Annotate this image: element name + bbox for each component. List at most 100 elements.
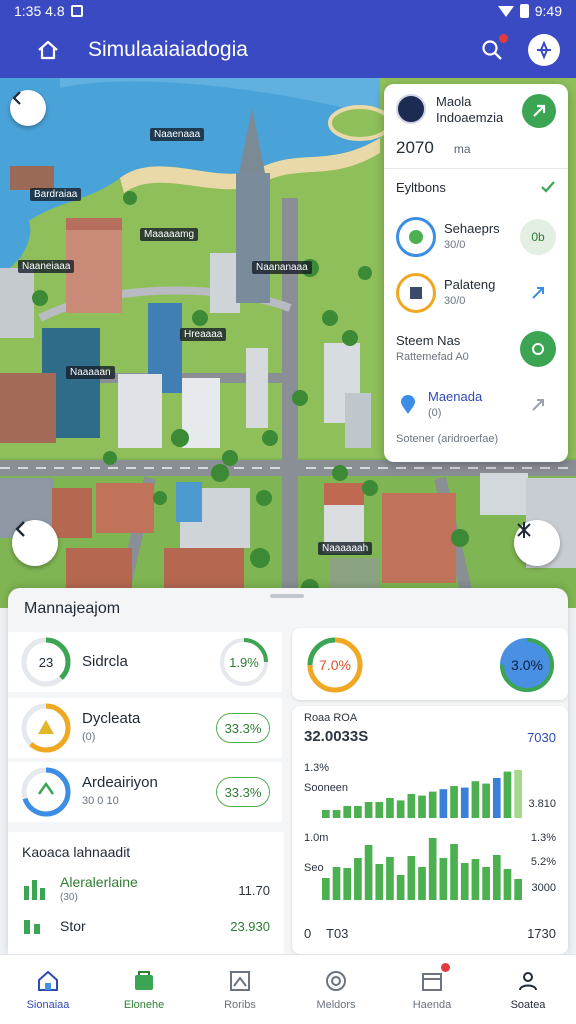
map-label[interactable]: Naaaaaah bbox=[318, 542, 373, 555]
chart-bar bbox=[450, 844, 458, 900]
chart-bar bbox=[514, 770, 522, 818]
panel-item-population[interactable]: Sehaeprs 30/0 0b bbox=[384, 209, 568, 265]
map-label[interactable]: Maaaaamg bbox=[140, 228, 199, 241]
management-row[interactable]: Stor 23.930 bbox=[8, 916, 284, 936]
chart-bar bbox=[322, 878, 330, 900]
sheet-handle[interactable] bbox=[270, 594, 304, 598]
chart-bar bbox=[471, 859, 480, 900]
chart-icon bbox=[24, 920, 40, 934]
management-row[interactable]: Aleralerlaine (30) 11.70 bbox=[8, 874, 284, 906]
location-pin-icon bbox=[396, 395, 420, 415]
home-icon bbox=[38, 970, 58, 991]
nav-item-map[interactable]: Roribs bbox=[192, 955, 288, 1024]
check-icon bbox=[541, 181, 555, 193]
globe-icon bbox=[326, 970, 346, 991]
panel-note: Sotener (aridroerfae) bbox=[396, 433, 499, 445]
stat-label: Sidrcla bbox=[82, 653, 128, 670]
progress-ring: 3.0% bbox=[498, 636, 556, 694]
notification-icon bbox=[70, 5, 83, 17]
nav-item-shop[interactable]: Elonehe bbox=[96, 955, 192, 1024]
city-emblem bbox=[396, 94, 426, 124]
nav-item-home[interactable]: Sionaiaa bbox=[0, 955, 96, 1024]
chart-foot-left: 0 bbox=[304, 926, 312, 941]
map-label[interactable]: Naananaaa bbox=[252, 261, 312, 274]
chart-mid-right: 3.810 bbox=[528, 798, 556, 810]
chart-bar bbox=[364, 845, 373, 900]
battery-icon bbox=[519, 4, 529, 18]
arrow-icon bbox=[533, 104, 546, 117]
stat-label: Dycleata bbox=[82, 710, 141, 727]
nav-item-calendar[interactable]: Haenda bbox=[384, 955, 480, 1024]
management-list: Kaoaca lahnaadit Aleralerlaine (30) 11.7… bbox=[8, 832, 284, 954]
year-unit: ma bbox=[453, 142, 471, 156]
rings-card[interactable]: 7.0% 3.0% bbox=[292, 628, 568, 700]
nav-item-globe[interactable]: Meldors bbox=[288, 955, 384, 1024]
chart-bar bbox=[354, 858, 362, 900]
brand-icon bbox=[528, 34, 560, 66]
home-button[interactable] bbox=[30, 32, 66, 68]
map-label[interactable]: Naaneiaaa bbox=[18, 260, 75, 273]
chart-bar bbox=[503, 771, 512, 818]
management-heading: Kaoaca lahnaadit bbox=[22, 844, 131, 860]
nav-item-profile[interactable]: Soatea bbox=[480, 955, 576, 1024]
management-sheet: Mannajeajom 23 Sidrcla 1.9% Dycleata (0)… bbox=[8, 588, 568, 954]
shop-icon bbox=[135, 970, 153, 990]
chart-bar bbox=[482, 867, 490, 900]
chart-bar bbox=[492, 778, 501, 818]
chart-bar bbox=[343, 868, 352, 900]
map-label[interactable]: Naaaaan bbox=[66, 366, 115, 379]
chart-big-value: 32.0033S bbox=[304, 728, 369, 745]
brand-button[interactable] bbox=[526, 32, 562, 68]
stat-badge: 33.3% bbox=[216, 713, 270, 743]
chart-bar bbox=[332, 867, 341, 900]
map-label[interactable]: Naaenaaa bbox=[150, 128, 205, 141]
chart-bar bbox=[407, 856, 416, 900]
population-icon bbox=[396, 217, 436, 257]
home-icon bbox=[38, 40, 58, 60]
chart-bar bbox=[332, 810, 341, 818]
stat-row-recycling[interactable]: Ardeairiyon 30 0 10 33.3% bbox=[8, 762, 282, 822]
chart-bar bbox=[418, 795, 426, 818]
map-tools-button[interactable] bbox=[514, 520, 560, 566]
chart-bar bbox=[418, 867, 426, 900]
chart-bar bbox=[375, 864, 384, 900]
wifi-icon bbox=[497, 5, 514, 17]
expand-icon[interactable] bbox=[520, 275, 556, 311]
map-prev-button[interactable] bbox=[12, 520, 58, 566]
planning-icon bbox=[396, 273, 436, 313]
calendar-icon bbox=[422, 972, 442, 991]
chart-bar bbox=[503, 869, 512, 900]
panel-item-system[interactable]: Steem Nas Rattemefad A0 bbox=[384, 321, 568, 377]
chart-bar bbox=[407, 794, 416, 818]
stat-ring bbox=[20, 766, 72, 818]
stat-row-population[interactable]: 23 Sidrcla 1.9% bbox=[8, 632, 282, 692]
arrow-icon[interactable] bbox=[520, 387, 556, 423]
stat-row-education[interactable]: Dycleata (0) 33.3% bbox=[8, 698, 282, 758]
options-label: Eyltbons bbox=[396, 179, 446, 195]
sheet-title: Mannajeajom bbox=[24, 600, 121, 617]
app-title: Simulaaiaiadogia bbox=[88, 38, 248, 61]
notification-dot bbox=[441, 963, 450, 972]
progress-ring: 7.0% bbox=[306, 636, 364, 694]
profile-icon bbox=[519, 971, 537, 990]
panel-item-location[interactable]: Maenada (0) bbox=[384, 377, 568, 433]
chart-header: Roaa ROA bbox=[304, 712, 358, 724]
map-label[interactable]: Bardraiaa bbox=[30, 188, 82, 201]
bottom-nav: Sionaiaa Elonehe Roribs Meldors Haenda S… bbox=[0, 954, 576, 1024]
stat-ring: 23 bbox=[20, 636, 72, 688]
chart-bar bbox=[386, 857, 394, 900]
stats-chart-card[interactable]: Roaa ROA 32.0033S 7030 1.3% Sooneen 3.81… bbox=[292, 706, 568, 954]
options-header[interactable]: Eyltbons bbox=[384, 169, 568, 195]
panel-item-planning[interactable]: Palateng 30/0 bbox=[384, 265, 568, 321]
chart-bar bbox=[364, 802, 373, 818]
stat-badge-ring: 1.9% bbox=[218, 636, 270, 688]
chart-bar bbox=[439, 789, 448, 818]
refresh-icon[interactable] bbox=[520, 331, 556, 367]
city-action-button[interactable] bbox=[522, 94, 556, 128]
chart-low-right: 3000 bbox=[531, 882, 556, 894]
chart-low-sub: Seo bbox=[304, 862, 324, 874]
map-back-button[interactable] bbox=[10, 90, 46, 126]
search-button[interactable] bbox=[474, 32, 510, 68]
map-label[interactable]: Hreaaaa bbox=[180, 328, 227, 341]
chart-bar bbox=[375, 802, 384, 818]
